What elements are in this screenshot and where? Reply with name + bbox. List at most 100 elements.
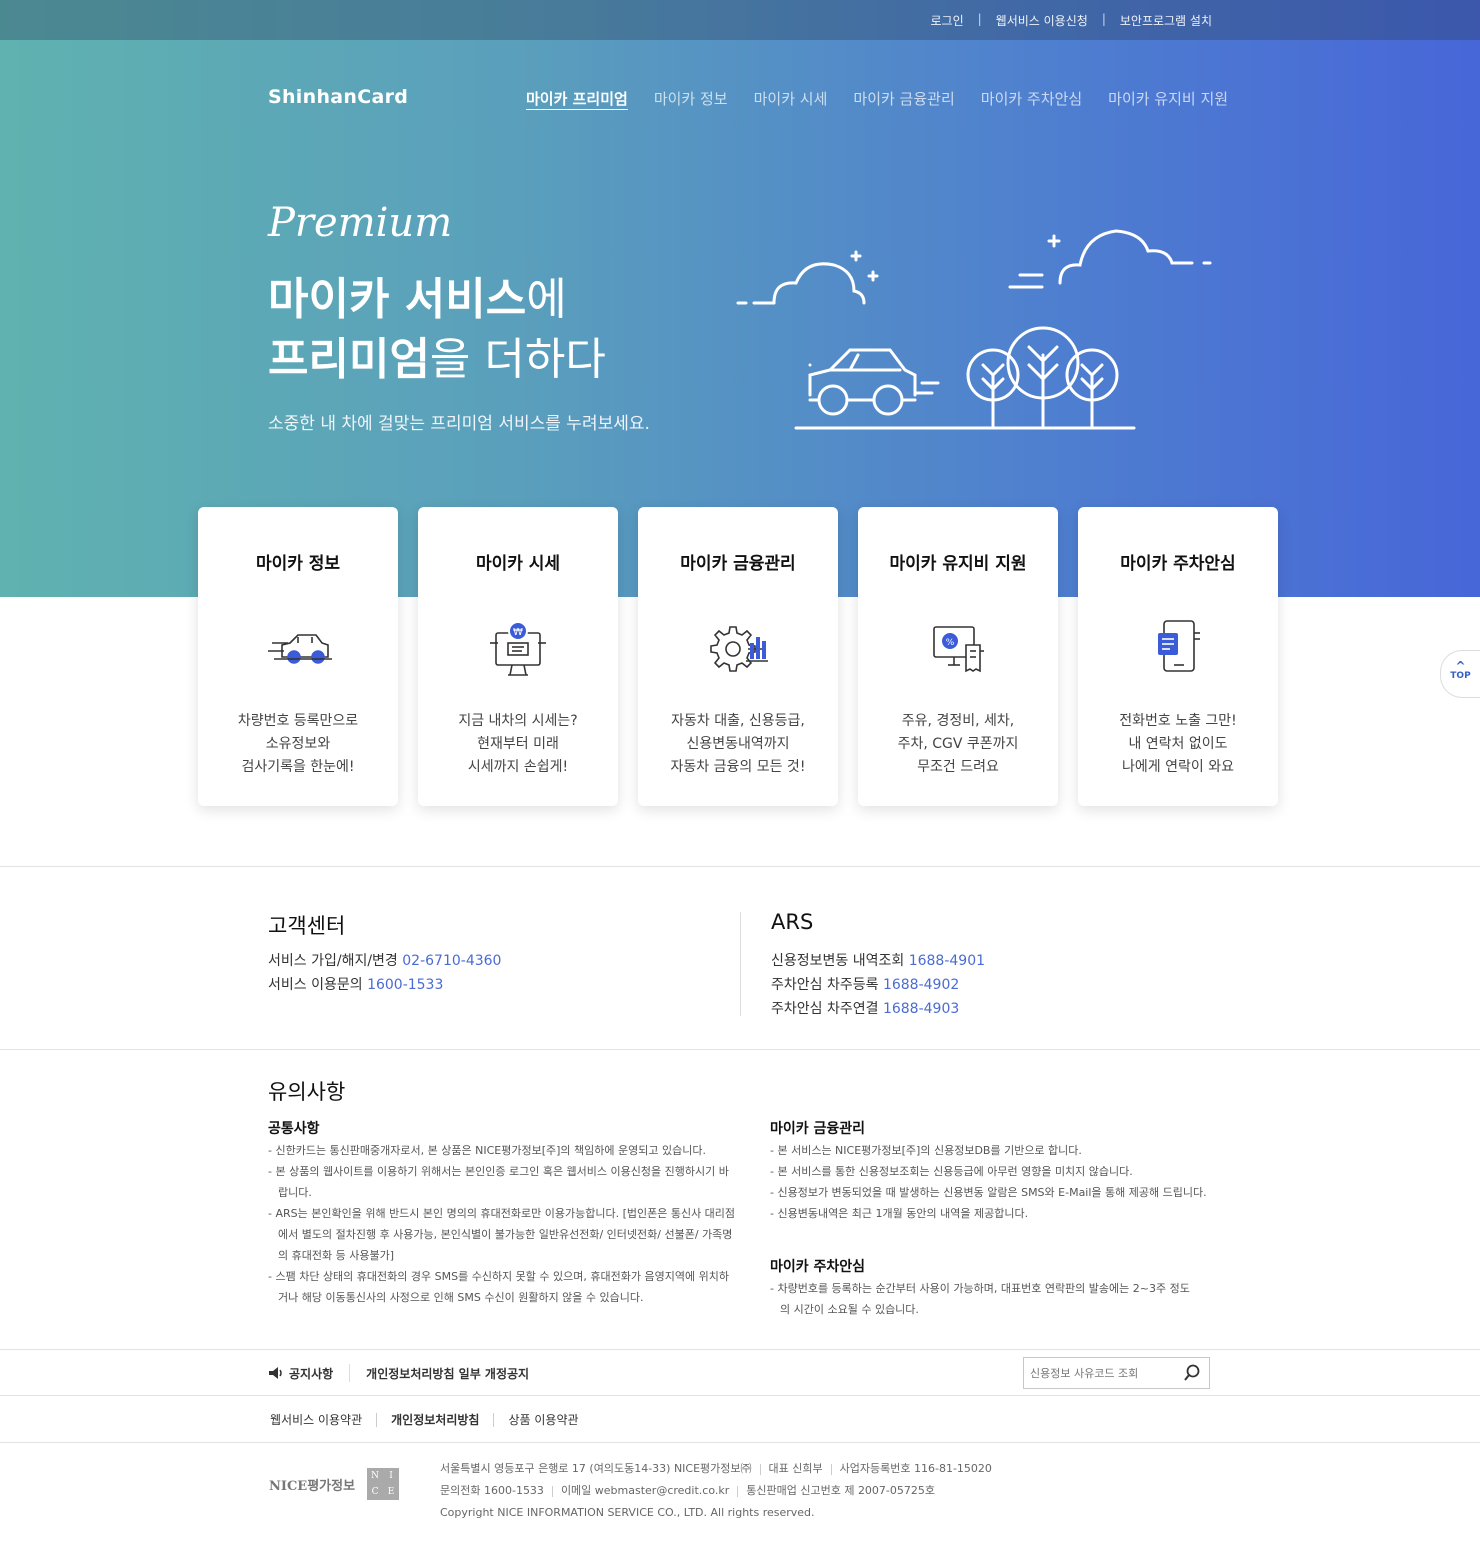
company-email[interactable]: 이메일 webmaster@credit.co.kr <box>561 1484 729 1497</box>
hero-heading: 마이카 서비스에 프리미엄을 더하다 <box>268 270 606 390</box>
hero-line1-bold: 마이카 서비스 <box>268 274 527 325</box>
hero-subtitle: 소중한 내 차에 걸맞는 프리미엄 서비스를 누려보세요. <box>268 414 650 434</box>
phone-icon <box>1158 620 1200 672</box>
search-input[interactable] <box>1024 1358 1174 1388</box>
line-label: 서비스 이용문의 <box>268 977 368 993</box>
phone-number[interactable]: 1600-1533 <box>367 977 443 993</box>
card-description: 자동차 대출, 신용등급, 신용변동내역까지 자동차 금융의 모든 것! <box>638 710 838 779</box>
ars-title: ARS <box>771 910 814 934</box>
notice-item: - 스팸 차단 상태의 휴대전화의 경우 SMS를 수신하지 못할 수 있으며,… <box>268 1270 729 1304</box>
card-description: 주유, 경정비, 세차, 주차, CGV 쿠폰까지 무조건 드려요 <box>858 710 1058 779</box>
mail-order-report-number: 통신판매업 신고번호 제 2007-05725호 <box>746 1484 936 1497</box>
card-mycar-finance[interactable]: 마이카 금융관리 자동차 대출, 신용등급, 신용변동내역까지 자동차 금융의 … <box>638 507 838 806</box>
parking-notice-title: 마이카 주차안심 <box>770 1259 866 1275</box>
card-mycar-price[interactable]: 마이카 시세 ₩ 지금 내차의 시세는? 현재부터 미래 시세까지 손쉽게! <box>418 507 618 806</box>
card-description: 차량번호 등록만으로 소유정보와 검사기록을 한눈에! <box>198 710 398 779</box>
company-phone: 문의전화 1600-1533 <box>440 1484 544 1497</box>
line-label: 신용정보변동 내역조회 <box>771 953 909 969</box>
nav-mycar-parking[interactable]: 마이카 주차안심 <box>981 88 1082 109</box>
divider: | <box>1101 12 1106 26</box>
divider <box>759 1463 761 1475</box>
notice-item: - 차량번호를 등록하는 순간부터 사용이 가능하며, 대표번호 연락판의 발송… <box>770 1282 1190 1316</box>
notice-item: - 본 상품의 웹사이트를 이용하기 위해서는 본인인증 로그인 혹은 웹서비스… <box>268 1165 729 1199</box>
divider <box>0 1442 1480 1443</box>
main-nav: 마이카 프리미엄 마이카 정보 마이카 시세 마이카 금융관리 마이카 주차안심… <box>526 88 1228 109</box>
line-label: 주차안심 차주연결 <box>771 1001 883 1017</box>
divider: | <box>977 12 982 26</box>
desc-line: 소유정보와 <box>265 736 331 752</box>
divider <box>0 1349 1480 1350</box>
nav-mycar-info[interactable]: 마이카 정보 <box>654 88 728 109</box>
divider <box>830 1463 832 1475</box>
desc-line: 시세까지 손쉽게! <box>467 759 569 775</box>
divider <box>0 1049 1480 1050</box>
web-service-signup-link[interactable]: 웹서비스 이용신청 <box>996 12 1088 29</box>
hero-line2-bold: 프리미엄 <box>268 334 430 385</box>
divider <box>349 1364 351 1382</box>
customer-center-title: 고객센터 <box>268 914 346 938</box>
coupon-icon: % <box>933 626 984 673</box>
card-description: 지금 내차의 시세는? 현재부터 미래 시세까지 손쉽게! <box>418 710 618 779</box>
security-program-link[interactable]: 보안프로그램 설치 <box>1120 12 1212 29</box>
scroll-top-button[interactable]: ^ TOP <box>1440 650 1480 698</box>
card-title: 마이카 금융관리 <box>680 554 796 574</box>
nice-logo-text: NICE평가정보 <box>269 1478 356 1494</box>
phone-number[interactable]: 1688-4903 <box>883 1001 959 1017</box>
logo-letter: E <box>387 1487 395 1497</box>
divider <box>551 1485 553 1497</box>
desc-line: 전화번호 노출 그만! <box>1119 713 1237 729</box>
copyright: Copyright NICE INFORMATION SERVICE CO., … <box>440 1506 815 1519</box>
company-address: 서울특별시 영등포구 은행로 17 (여의도동14-33) NICE평가정보㈜ <box>440 1462 752 1475</box>
common-notice-list: - 신한카드는 통신판매중개자로서, 본 상품은 NICE평가정보[주]의 책임… <box>268 1140 738 1308</box>
hero-premium-script: Premium <box>268 200 453 246</box>
card-title: 마이카 주차안심 <box>1120 554 1236 574</box>
logo-letter: C <box>371 1487 379 1497</box>
nav-mycar-maintenance[interactable]: 마이카 유지비 지원 <box>1108 88 1228 109</box>
notice-item: - ARS는 본인확인을 위해 반드시 본인 명의의 휴대전화로만 이용가능합니… <box>268 1207 736 1262</box>
car-trees-illustration <box>736 229 1212 430</box>
phone-number[interactable]: 1688-4902 <box>883 977 959 993</box>
divider <box>737 1485 739 1497</box>
nav-mycar-premium[interactable]: 마이카 프리미엄 <box>526 88 628 109</box>
service-cards: 마이카 정보 차량번호 등록만으로 소유정보와 검사기록을 한눈에! 마이카 시… <box>198 507 1278 806</box>
logo-letter: I <box>389 1471 393 1481</box>
ars-line: 주차안심 차주등록 1688-4902 <box>771 974 959 994</box>
search-icon[interactable] <box>1183 1364 1201 1382</box>
phone-number[interactable]: 02-6710-4360 <box>402 953 501 969</box>
gear-chart-icon <box>710 626 768 672</box>
notice-item: - 본 서비스를 통한 신용정보조회는 신용등급에 아무런 영향을 미치지 않습… <box>770 1165 1133 1178</box>
logo-letter: N <box>371 1471 379 1481</box>
notice-label[interactable]: 공지사항 <box>289 1365 333 1382</box>
ars-line: 신용정보변동 내역조회 1688-4901 <box>771 950 985 970</box>
business-number: 사업자등록번호 116-81-15020 <box>839 1462 992 1475</box>
notice-item: - 신용정보가 변동되었을 때 발생하는 신용변동 알람은 SMS와 E-Mai… <box>770 1186 1207 1199</box>
utility-bar: 로그인 | 웹서비스 이용신청 | 보안프로그램 설치 <box>0 0 1480 40</box>
card-mycar-parking[interactable]: 마이카 주차안심 전화번호 노출 그만! 내 연락처 없이도 나에게 연락이 와… <box>1078 507 1278 806</box>
card-title: 마이카 시세 <box>475 554 561 574</box>
footer-links: 웹서비스 이용약관 개인정보처리방침 상품 이용약관 <box>270 1411 579 1428</box>
nav-mycar-finance[interactable]: 마이카 금융관리 <box>853 88 954 109</box>
notice-headline-link[interactable]: 개인정보처리방침 일부 개정공지 <box>366 1365 529 1382</box>
company-ceo: 대표 신희부 <box>768 1462 823 1475</box>
desc-line: 내 연락처 없이도 <box>1128 736 1228 752</box>
customer-center-line: 서비스 가입/해지/변경 02-6710-4360 <box>268 950 501 970</box>
notice-item: - 본 서비스는 NICE평가정보[주]의 신용정보DB를 기반으로 합니다. <box>770 1144 1082 1157</box>
card-mycar-maintenance[interactable]: 마이카 유지비 지원 % 주유, 경정비, 세차, 주차, CGV 쿠폰까지 무… <box>858 507 1058 806</box>
login-link[interactable]: 로그인 <box>931 12 964 29</box>
phone-number[interactable]: 1688-4901 <box>909 953 985 969</box>
hero-line1-light: 에 <box>526 274 567 325</box>
privacy-policy-link[interactable]: 개인정보처리방침 <box>391 1411 479 1428</box>
card-mycar-info[interactable]: 마이카 정보 차량번호 등록만으로 소유정보와 검사기록을 한눈에! <box>198 507 398 806</box>
desc-line: 나에게 연락이 와요 <box>1122 759 1234 775</box>
nav-mycar-price[interactable]: 마이카 시세 <box>754 88 828 109</box>
desc-line: 자동차 금융의 모든 것! <box>670 759 806 775</box>
parking-notice-list: - 차량번호를 등록하는 순간부터 사용이 가능하며, 대표번호 연락판의 발송… <box>770 1278 1190 1320</box>
web-service-terms-link[interactable]: 웹서비스 이용약관 <box>270 1411 362 1428</box>
notice-bar: 공지사항 개인정보처리방침 일부 개정공지 <box>268 1364 529 1382</box>
ars-line: 주차안심 차주연결 1688-4903 <box>771 998 959 1018</box>
divider <box>376 1412 378 1427</box>
product-terms-link[interactable]: 상품 이용약관 <box>508 1411 578 1428</box>
divider <box>0 866 1480 867</box>
divider <box>0 1395 1480 1396</box>
shinhancard-logo[interactable]: ShinhanCard <box>268 86 408 108</box>
